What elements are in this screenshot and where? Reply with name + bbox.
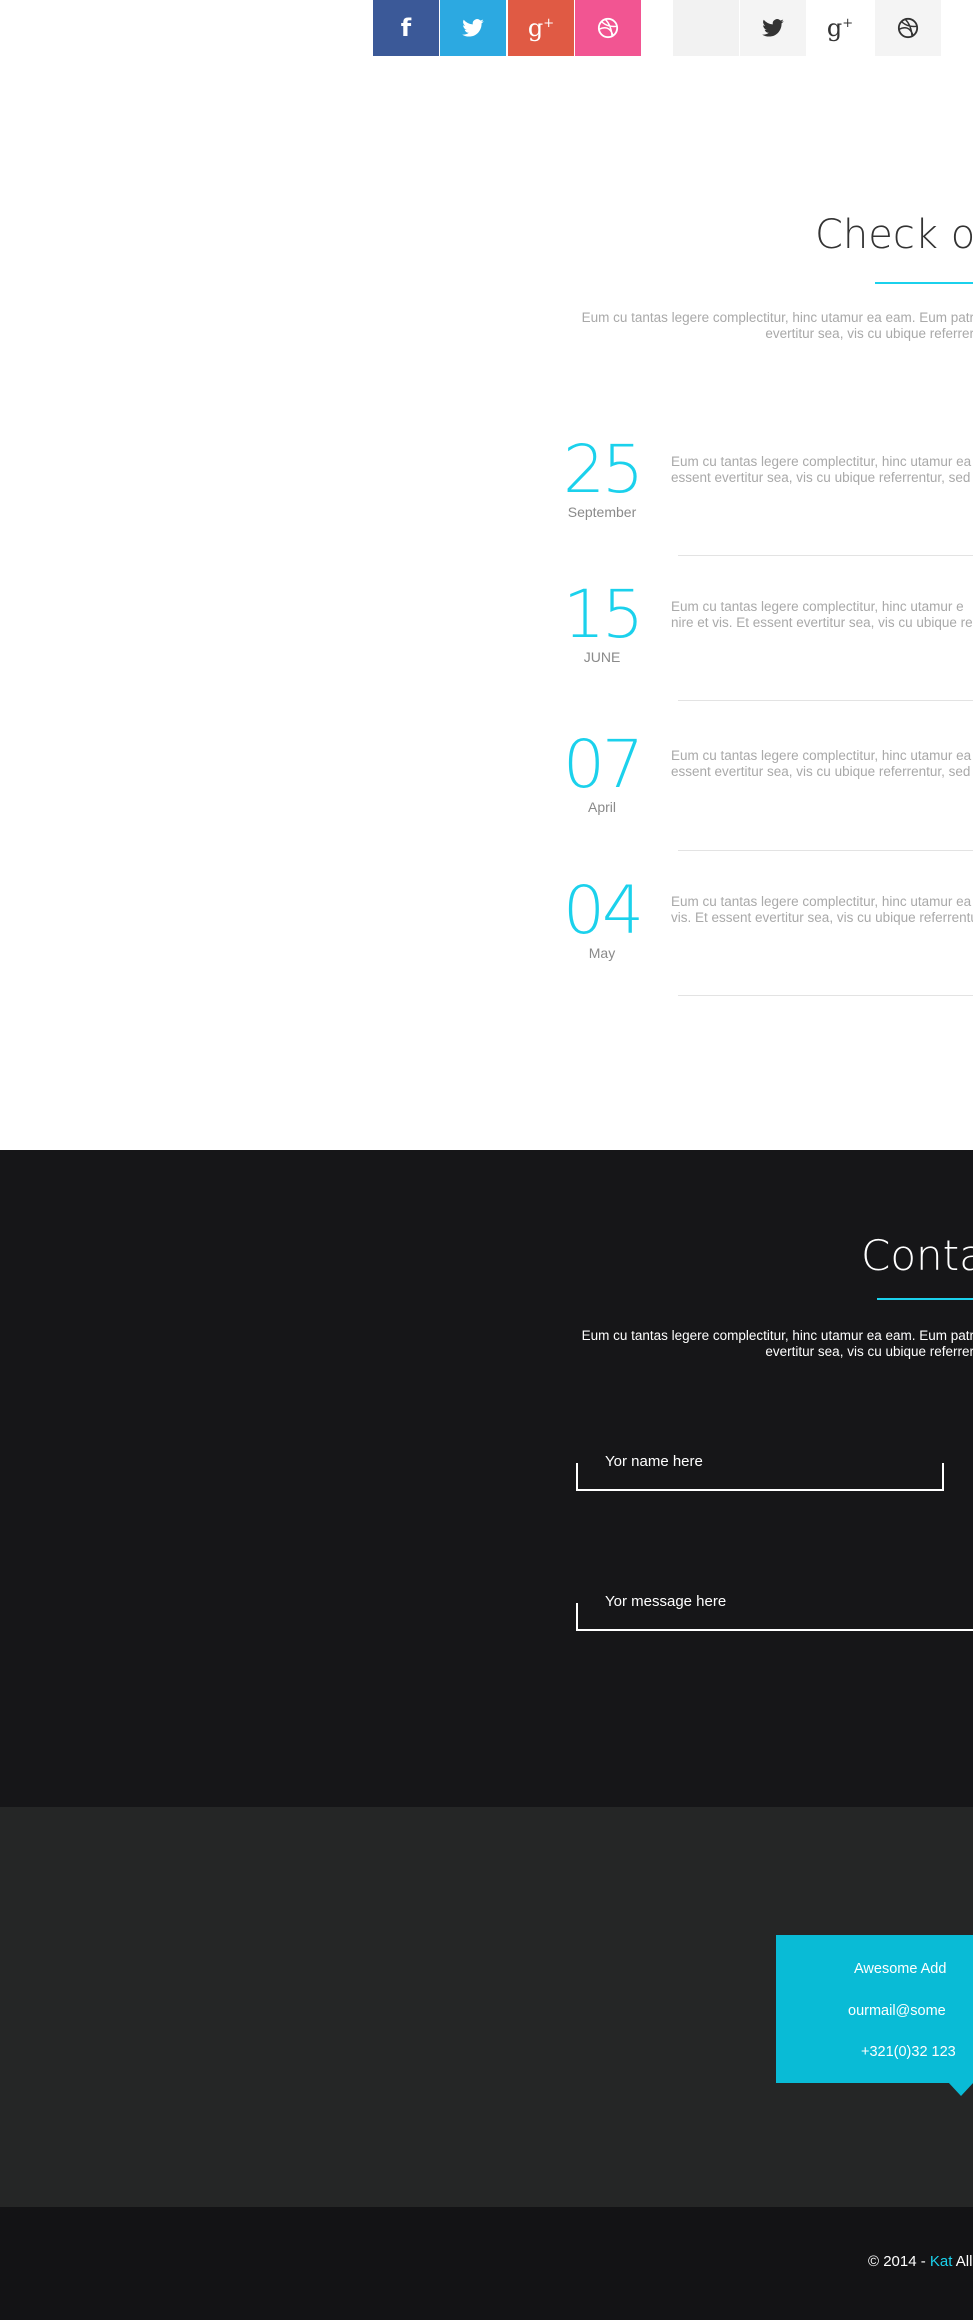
post-excerpt-line-2: nire et vis. Et essent evertitur sea, vi…: [671, 615, 973, 630]
post-day: 25: [563, 431, 644, 508]
copyright-suffix: All: [952, 2253, 973, 2270]
contact-section-title: Contac: [861, 1231, 973, 1280]
google-plus-button-grey[interactable]: g+: [807, 0, 873, 56]
post-month: April: [587, 799, 616, 815]
google-plus-glyph: g: [826, 14, 843, 42]
google-plus-icon: g+: [528, 16, 554, 40]
contact-intro-line-1: Eum cu tantas legere complectitur, hinc …: [581, 1328, 973, 1343]
post-day: 07: [563, 726, 644, 803]
post-excerpt: Eum cu tantas legere complectitur, hinc …: [671, 748, 973, 780]
facebook-button[interactable]: f: [373, 0, 439, 56]
post-excerpt-line-1: Eum cu tantas legere complectitur, hinc …: [671, 894, 972, 909]
post-divider: [678, 555, 973, 556]
dribbble-icon: [897, 17, 919, 39]
blog-section-title: Check ou: [815, 212, 973, 258]
post-excerpt-line-2: vis. Et essent evertitur sea, vis cu ubi…: [671, 910, 973, 925]
blog-intro-line-2: evertitur sea, vis cu ubique referrer: [765, 326, 973, 341]
post-month: JUNE: [583, 649, 621, 665]
google-plus-sup: +: [842, 16, 854, 31]
message-field[interactable]: Yor message here: [576, 1593, 973, 1631]
post-excerpt-line-1: Eum cu tantas legere complectitur, hinc …: [671, 599, 964, 614]
copyright-text: © 2014 - Kat All: [868, 2253, 972, 2270]
message-field-placeholder: Yor message here: [605, 1593, 727, 1610]
post-excerpt-line-1: Eum cu tantas legere complectitur, hinc …: [671, 748, 973, 763]
post-day: 15: [563, 576, 644, 653]
dribbble-button-grey[interactable]: [875, 0, 941, 56]
name-field[interactable]: Yor name here: [576, 1453, 944, 1491]
address-line: Awesome Add: [854, 1961, 947, 1977]
contact-intro: Eum cu tantas legere complectitur, hinc …: [582, 1328, 973, 1360]
address-section: Awesome Add ourmail@some +321(0)32 123: [0, 1807, 973, 2207]
post-divider: [678, 995, 973, 996]
dribbble-button[interactable]: [575, 0, 641, 56]
post-excerpt-line-2: essent evertitur sea, vis cu ubique refe…: [671, 470, 973, 485]
post-day: 04: [563, 872, 644, 949]
post-excerpt-line-1: Eum cu tantas legere complectitur, hinc …: [671, 454, 973, 469]
google-plus-glyph: g: [527, 14, 544, 42]
copyright-prefix: © 2014 -: [868, 2253, 930, 2270]
email-line[interactable]: ourmail@some: [746, 2003, 946, 2019]
blank-social-button[interactable]: [673, 0, 739, 56]
post-divider: [678, 700, 973, 701]
post-divider: [678, 850, 973, 851]
contact-intro-line-2: evertitur sea, vis cu ubique referrer: [765, 1344, 973, 1359]
blog-intro: Eum cu tantas legere complectitur, hinc …: [582, 310, 973, 342]
footer: © 2014 - Kat All: [0, 2207, 973, 2320]
facebook-icon: f: [400, 14, 412, 42]
twitter-button[interactable]: [440, 0, 506, 56]
post-excerpt-line-2: essent evertitur sea, vis cu ubique refe…: [671, 764, 973, 779]
blog-title-underline: [875, 282, 973, 284]
phone-line: +321(0)32 123: [861, 2044, 956, 2060]
contact-title-underline: [877, 1298, 973, 1300]
post-excerpt: Eum cu tantas legere complectitur, hinc …: [671, 454, 973, 486]
contact-section: Contac Eum cu tantas legere complectitur…: [0, 1150, 973, 1807]
dribbble-icon: [597, 17, 619, 39]
post-month: September: [567, 504, 637, 520]
name-field-placeholder: Yor name here: [605, 1453, 703, 1470]
post-excerpt: Eum cu tantas legere complectitur, hinc …: [671, 894, 973, 926]
google-plus-icon: g+: [827, 16, 853, 40]
address-box-pointer: [948, 2082, 973, 2096]
post-excerpt: Eum cu tantas legere complectitur, hinc …: [671, 599, 973, 631]
google-plus-sup: +: [543, 16, 555, 31]
post-month: May: [588, 945, 616, 961]
address-box: Awesome Add ourmail@some +321(0)32 123: [776, 1935, 973, 2096]
blog-intro-line-1: Eum cu tantas legere complectitur, hinc …: [581, 310, 973, 325]
twitter-icon: [762, 19, 784, 37]
twitter-button-grey[interactable]: [740, 0, 806, 56]
google-plus-button[interactable]: g+: [508, 0, 574, 56]
brand-link[interactable]: Kat: [930, 2253, 953, 2270]
twitter-icon: [462, 19, 484, 37]
